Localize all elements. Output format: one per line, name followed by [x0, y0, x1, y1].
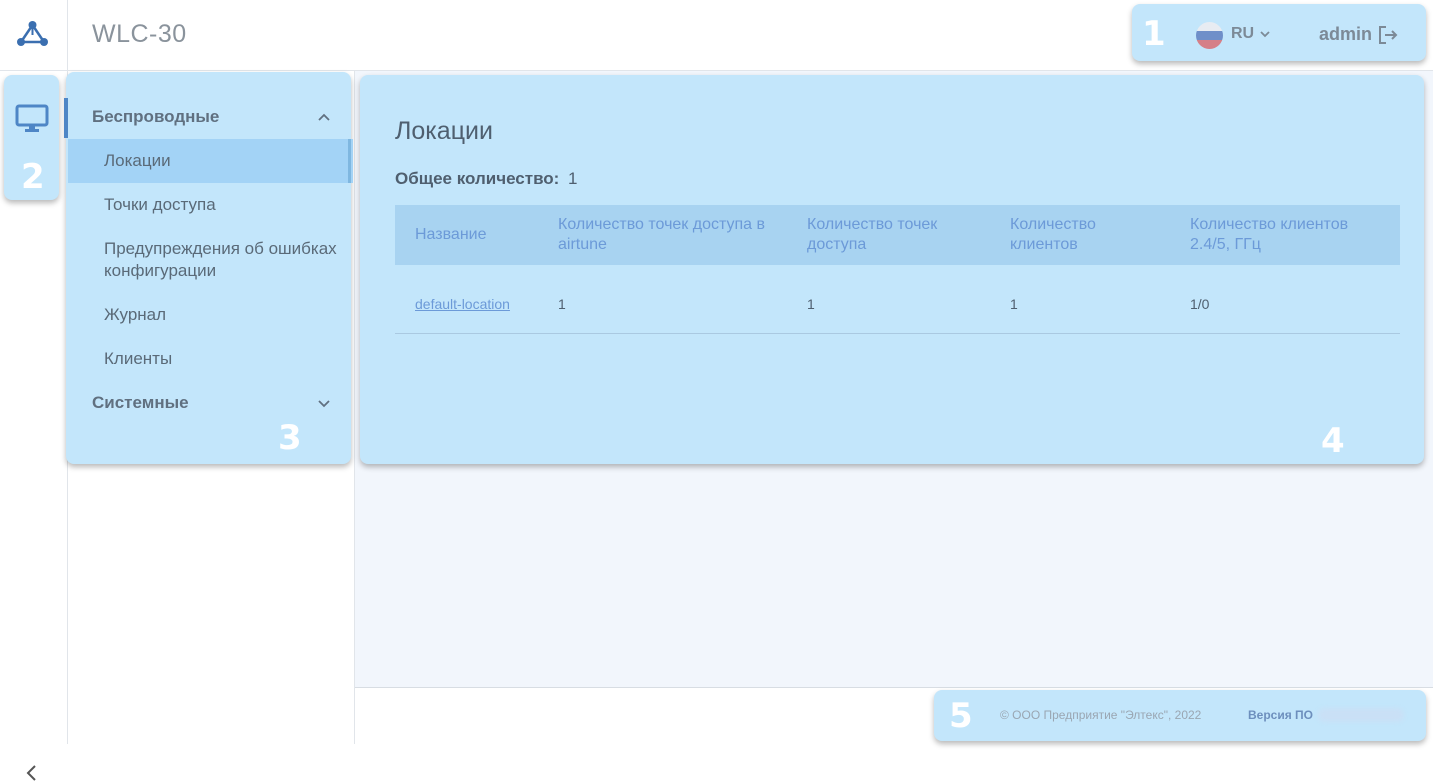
footer-info-region: 5 © ООО Предприятие "Элтекс", 2022 Верси…	[934, 690, 1426, 741]
monitor-icon[interactable]	[15, 104, 49, 134]
table-row-divider	[395, 333, 1400, 334]
navigation-menu-region: Беспроводные Локации Точки доступа Преду…	[66, 72, 353, 464]
column-header-name[interactable]: Название	[415, 225, 487, 245]
region-marker-1: 1	[1142, 14, 1166, 54]
region-marker-3: 3	[278, 418, 302, 458]
column-header-ap-airtune[interactable]: Количество точек доступа в airtune	[558, 215, 778, 255]
logo-cell	[0, 0, 68, 71]
table-cell-clients: 1	[1010, 296, 1018, 312]
network-nodes-icon[interactable]	[16, 20, 49, 49]
menu-item-config-warnings[interactable]: Предупреждения об ошибках конфигурации	[104, 238, 344, 282]
menu-item-access-points[interactable]: Точки доступа	[104, 194, 216, 216]
region-marker-2: 2	[21, 157, 45, 197]
total-count-value: 1	[568, 169, 578, 188]
main-content-region: Локации Общее количество: 1 Название Кол…	[360, 75, 1424, 464]
menu-group-system[interactable]: Системные	[92, 393, 189, 413]
menu-group-wireless[interactable]: Беспроводные	[92, 107, 219, 127]
software-version-value-blurred	[1318, 708, 1404, 722]
russia-flag-icon[interactable]	[1196, 22, 1223, 49]
column-header-clients[interactable]: Количество клиентов	[1010, 215, 1130, 255]
menu-active-indicator	[348, 139, 351, 183]
app-title: WLC-30	[92, 20, 187, 48]
language-selector[interactable]: RU	[1231, 25, 1254, 43]
menu-item-journal[interactable]: Журнал	[104, 304, 166, 326]
location-link[interactable]: default-location	[415, 296, 510, 312]
menu-item-clients[interactable]: Клиенты	[104, 348, 172, 370]
table-cell-clients-band: 1/0	[1190, 296, 1210, 312]
column-header-ap-count[interactable]: Количество точек доступа	[807, 215, 967, 255]
username[interactable]: admin	[1319, 24, 1372, 45]
table-header: Название Количество точек доступа в airt…	[395, 205, 1400, 265]
total-count-label: Общее количество:	[395, 169, 560, 188]
menu-item-locations[interactable]: Локации	[104, 150, 171, 172]
chevron-down-icon[interactable]	[317, 396, 331, 410]
user-controls-region: 1 RU admin	[1132, 4, 1426, 61]
copyright-text: © ООО Предприятие "Элтекс", 2022	[1000, 708, 1202, 722]
chevron-up-icon[interactable]	[317, 110, 331, 124]
chevron-left-icon[interactable]	[22, 763, 42, 783]
page-title: Локации	[395, 117, 493, 145]
region-marker-4: 4	[1321, 421, 1345, 461]
software-version-label: Версия ПО	[1248, 708, 1314, 722]
region-marker-5: 5	[949, 696, 973, 736]
table-cell-ap-airtune: 1	[558, 296, 566, 312]
logout-icon[interactable]	[1377, 24, 1399, 46]
monitoring-rail-region: 2	[4, 75, 59, 200]
table-cell-ap-count: 1	[807, 296, 815, 312]
chevron-down-icon[interactable]	[1259, 28, 1271, 40]
active-section-marker	[64, 98, 68, 138]
column-header-clients-band[interactable]: Количество клиентов 2.4/5, ГГц	[1190, 215, 1380, 255]
